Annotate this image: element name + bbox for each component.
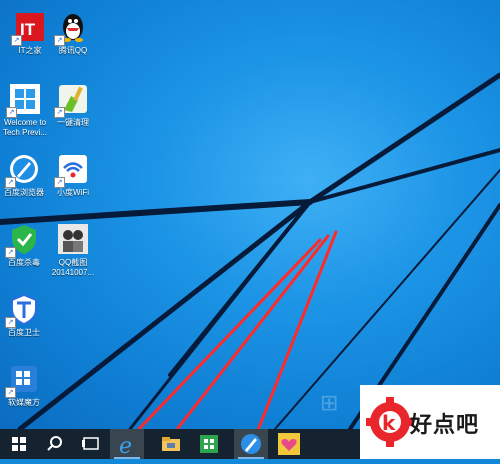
task-view-icon [82, 437, 99, 450]
ithome-logo-icon: IT ↗ [11, 10, 47, 46]
heart-photos-icon [278, 433, 300, 455]
desktop-icon-qq[interactable]: ↗ 腾讯QQ [45, 10, 101, 56]
watermark-text: 好点吧 [410, 413, 480, 438]
baidu-browser-icon: ↗ [5, 152, 41, 188]
svg-text:e: e [119, 434, 132, 459]
svg-text:IT: IT [20, 20, 36, 39]
desktop-icon-label: 百度卫士 [8, 328, 40, 337]
desktop-icon-cleanup[interactable]: ↗ 一键清理 [45, 82, 101, 128]
svg-text:k: k [382, 411, 396, 435]
qq-penguin-icon: ↗ [54, 10, 90, 46]
watermark: k 好点吧 [360, 385, 500, 459]
search-icon [47, 436, 62, 451]
taskbar-photos-button[interactable] [272, 429, 306, 459]
windows-start-icon [12, 437, 26, 451]
taskbar-start-button[interactable] [2, 429, 36, 459]
gear-k-logo-icon: k [366, 397, 414, 447]
svg-text:⊞: ⊞ [320, 391, 338, 416]
wifi-icon: ↗ [54, 152, 90, 188]
internet-explorer-icon: e [119, 434, 132, 459]
windows-logo-icon: ↗ [6, 82, 42, 118]
desktop-icon-label: 软媒魔方 [8, 398, 40, 407]
desktop-icon-ruanmei[interactable]: ↗ 软媒魔方 [0, 362, 52, 408]
desktop-icon-label: 小度WiFi [57, 188, 89, 197]
desktop-icon-baidu-guard[interactable]: ↗ 百度卫士 [0, 292, 52, 338]
wallpaper-lines: ⊞ [0, 72, 500, 429]
desktop-icon-qq-screenshot[interactable]: QQ截图 20141007... [45, 222, 101, 278]
baidu-browser-icon [241, 434, 261, 454]
desktop-icon-label: 腾讯QQ [58, 46, 88, 55]
broom-cleanup-icon: ↗ [54, 82, 90, 118]
taskbar-task-view-button[interactable] [74, 429, 108, 459]
desktop-icon-label: 一键清理 [57, 118, 89, 127]
file-explorer-icon [162, 437, 180, 451]
taskbar-baidu-browser-button[interactable] [234, 429, 268, 459]
cube-icon: ↗ [5, 362, 41, 398]
photo-thumbnail-icon [56, 222, 90, 256]
taskbar-store-button[interactable] [192, 429, 226, 459]
windows-store-icon [200, 435, 218, 453]
guard-shield-icon: ↗ [5, 292, 41, 328]
taskbar-ie-button[interactable]: e [110, 429, 144, 459]
desktop[interactable]: ⊞ IT ↗ IT之家 ↗ 腾讯QQ ↗ Welcome to Tech Pre… [0, 0, 500, 429]
taskbar-search-button[interactable] [38, 429, 72, 459]
taskbar-explorer-button[interactable] [154, 429, 188, 459]
shield-check-icon: ↗ [5, 222, 41, 258]
desktop-icon-label: QQ截图 20141007... [51, 258, 95, 277]
desktop-icon-baidu-wifi[interactable]: ↗ 小度WiFi [45, 152, 101, 198]
